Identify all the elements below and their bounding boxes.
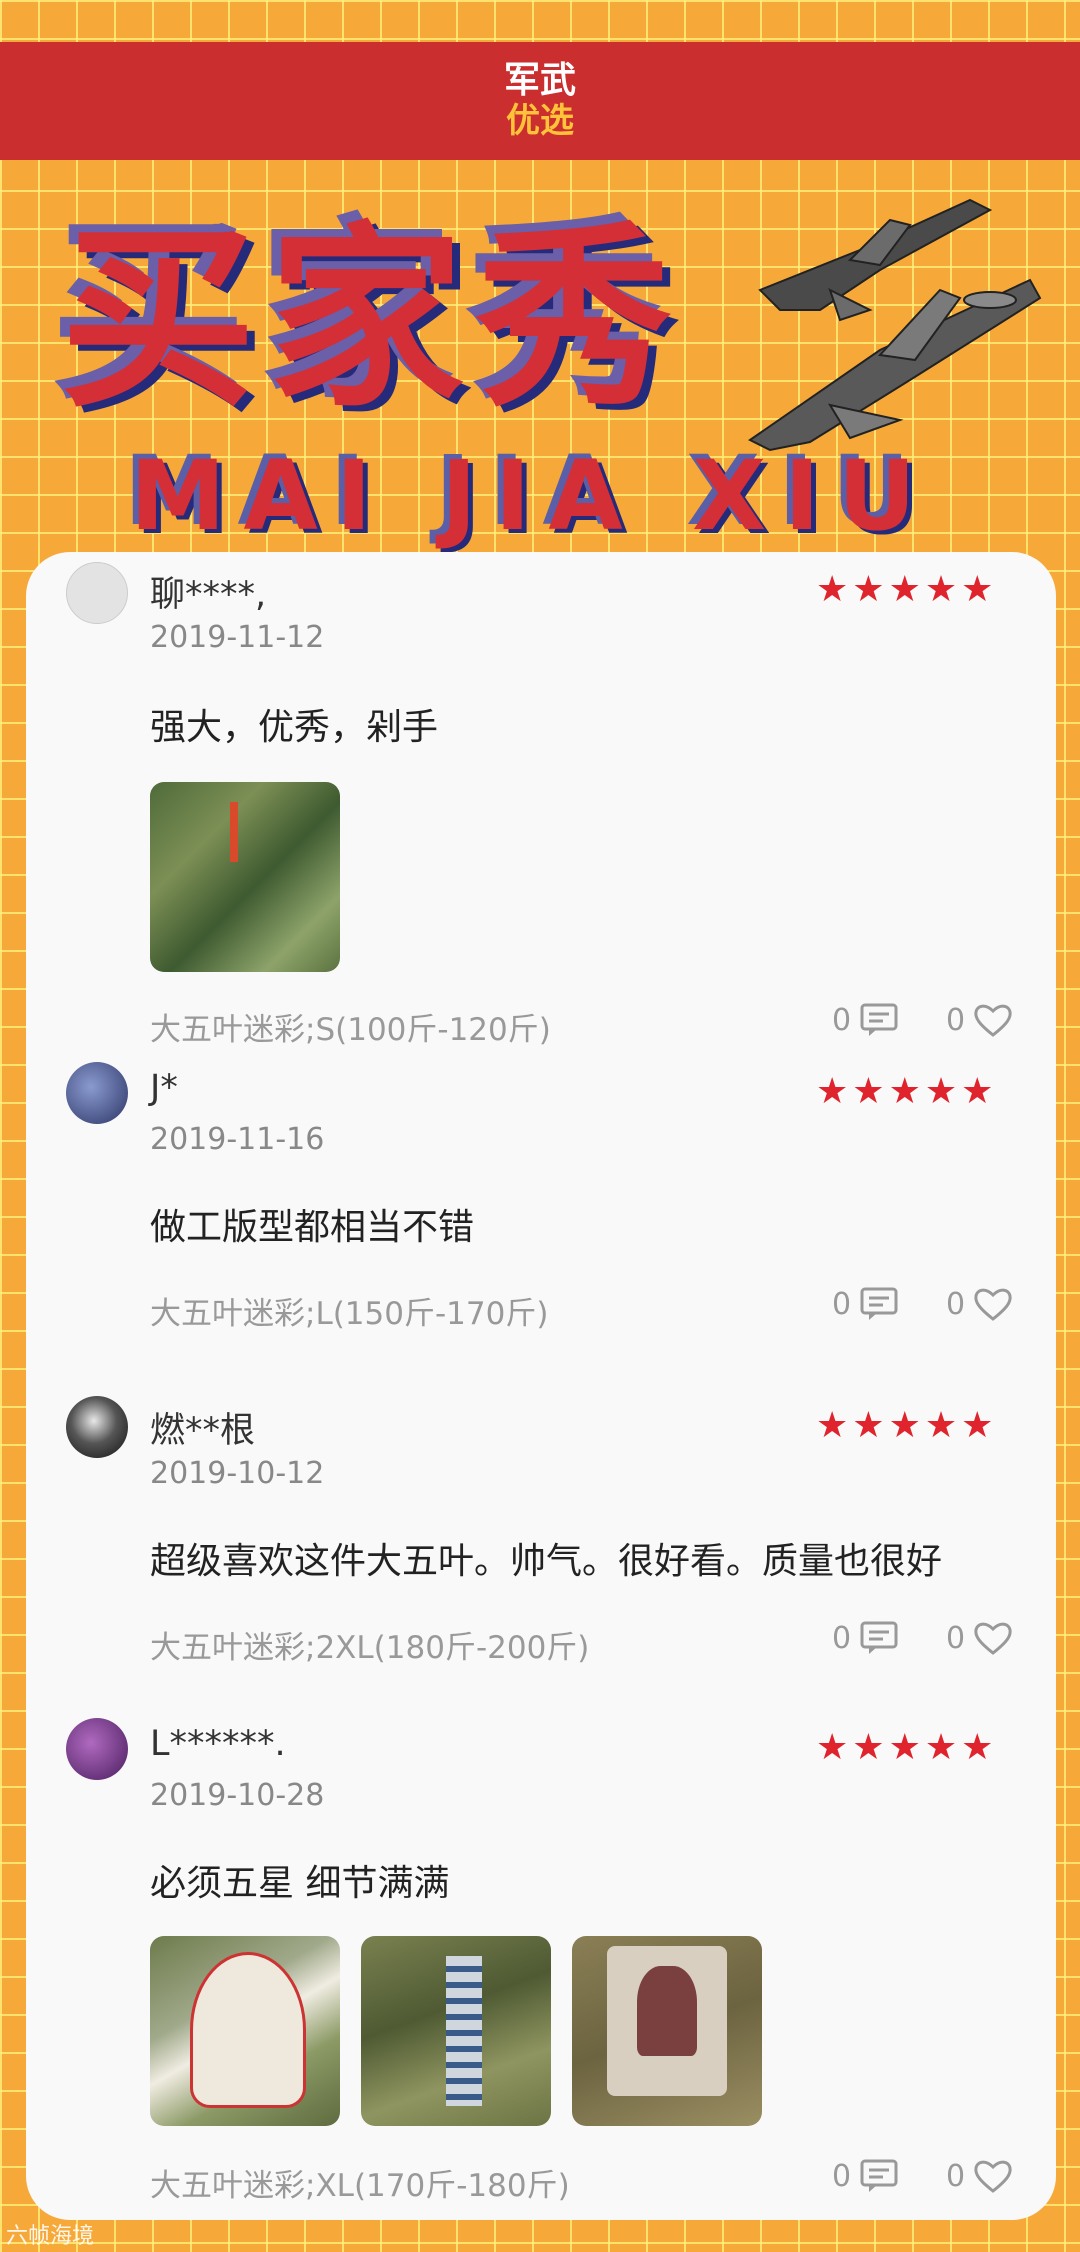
review-date: 2019-10-28	[150, 1778, 325, 1813]
review-username: 燃**根	[150, 1411, 256, 1451]
star-icon: ★	[961, 1727, 994, 1768]
review-photo[interactable]	[150, 782, 340, 972]
star-icon: ★	[924, 569, 958, 610]
star-icon: ★	[816, 569, 849, 610]
like-button[interactable]: 0	[946, 1286, 1013, 1322]
like-button[interactable]: 0	[946, 1002, 1013, 1038]
review-content: 超级喜欢这件大五叶。帅气。很好看。质量也很好	[150, 1541, 943, 1582]
watermark: 六帧海境	[6, 2224, 95, 2249]
star-icon: ★	[816, 1405, 849, 1446]
review-content: 做工版型都相当不错	[150, 1207, 475, 1248]
comment-icon	[860, 2159, 898, 2192]
reviews-card: 聊****, 2019-11-12 ★ ★ ★ ★ ★ 强大，优秀，剁手 大五叶迷彩;S…	[26, 552, 1056, 2220]
star-icon: ★	[924, 1405, 958, 1446]
review-photo[interactable]	[572, 1936, 762, 2126]
brand-logo-top: 军武	[503, 60, 576, 101]
rating-stars: ★ ★ ★ ★ ★	[816, 1406, 993, 1446]
star-icon: ★	[888, 1071, 921, 1112]
comment-button[interactable]: 0	[832, 1002, 899, 1038]
heart-icon	[974, 1004, 1012, 1037]
comment-icon	[860, 1621, 898, 1654]
star-icon: ★	[888, 1727, 921, 1768]
review-spec: 大五叶迷彩;L(150斤-170斤)	[150, 1296, 549, 1332]
like-count: 0	[946, 1002, 966, 1038]
review-photo[interactable]	[150, 1936, 340, 2126]
avatar[interactable]	[66, 1718, 128, 1780]
like-count: 0	[946, 2158, 966, 2194]
star-icon: ★	[852, 1727, 885, 1768]
rating-stars: ★ ★ ★ ★ ★	[816, 570, 993, 610]
review-spec: 大五叶迷彩;2XL(180斤-200斤)	[150, 1630, 590, 1666]
comment-count: 0	[832, 1002, 852, 1038]
photo-detail	[190, 1952, 306, 2108]
star-icon: ★	[888, 1405, 921, 1446]
comment-count: 0	[832, 2158, 852, 2194]
star-icon: ★	[961, 1071, 994, 1112]
review-spec: 大五叶迷彩;S(100斤-120斤)	[150, 1012, 551, 1048]
star-icon: ★	[924, 1727, 958, 1768]
rating-stars: ★ ★ ★ ★ ★	[816, 1072, 993, 1112]
review-username: L******.	[150, 1724, 286, 1764]
star-icon: ★	[961, 1405, 994, 1446]
avatar[interactable]	[66, 562, 128, 624]
star-icon: ★	[852, 1405, 885, 1446]
brand-header: 军武 优选	[0, 42, 1080, 160]
like-count: 0	[946, 1286, 966, 1322]
review-date: 2019-10-12	[150, 1456, 325, 1491]
star-icon: ★	[961, 569, 994, 610]
star-icon: ★	[816, 1071, 849, 1112]
comment-count: 0	[832, 1286, 852, 1322]
review-content: 强大，优秀，剁手	[150, 707, 439, 748]
photo-detail	[446, 1956, 482, 2106]
star-icon: ★	[852, 1071, 885, 1112]
banner-title-cn: 买家秀	[60, 206, 685, 434]
like-button[interactable]: 0	[946, 2158, 1013, 2194]
star-icon: ★	[852, 569, 885, 610]
photo-detail	[637, 1966, 697, 2056]
avatar[interactable]	[66, 1062, 128, 1124]
review-date: 2019-11-12	[150, 620, 325, 655]
brand-logo-bottom: 优选	[506, 101, 574, 141]
comment-icon	[860, 1287, 898, 1320]
review-username: J*	[150, 1068, 178, 1108]
rating-stars: ★ ★ ★ ★ ★	[816, 1728, 993, 1768]
review-date: 2019-11-16	[150, 1122, 325, 1157]
like-count: 0	[946, 1620, 966, 1656]
like-button[interactable]: 0	[946, 1620, 1013, 1656]
comment-count: 0	[832, 1620, 852, 1656]
review-username: 聊****,	[150, 575, 267, 615]
heart-icon	[974, 1622, 1012, 1655]
fighter-jets-illustration	[748, 198, 1042, 452]
review-spec: 大五叶迷彩;XL(170斤-180斤)	[150, 2168, 570, 2204]
review-photo[interactable]	[361, 1936, 551, 2126]
heart-icon	[974, 1288, 1012, 1321]
star-icon: ★	[924, 1071, 958, 1112]
star-icon: ★	[816, 1727, 849, 1768]
avatar[interactable]	[66, 1396, 128, 1458]
comment-icon	[860, 1003, 898, 1036]
star-icon: ★	[888, 569, 921, 610]
heart-icon	[974, 2160, 1012, 2193]
review-content: 必须五星 细节满满	[150, 1863, 450, 1904]
comment-button[interactable]: 0	[832, 1620, 899, 1656]
photo-detail	[230, 802, 238, 862]
comment-button[interactable]: 0	[832, 1286, 899, 1322]
comment-button[interactable]: 0	[832, 2158, 899, 2194]
avatar-fill	[66, 562, 128, 624]
